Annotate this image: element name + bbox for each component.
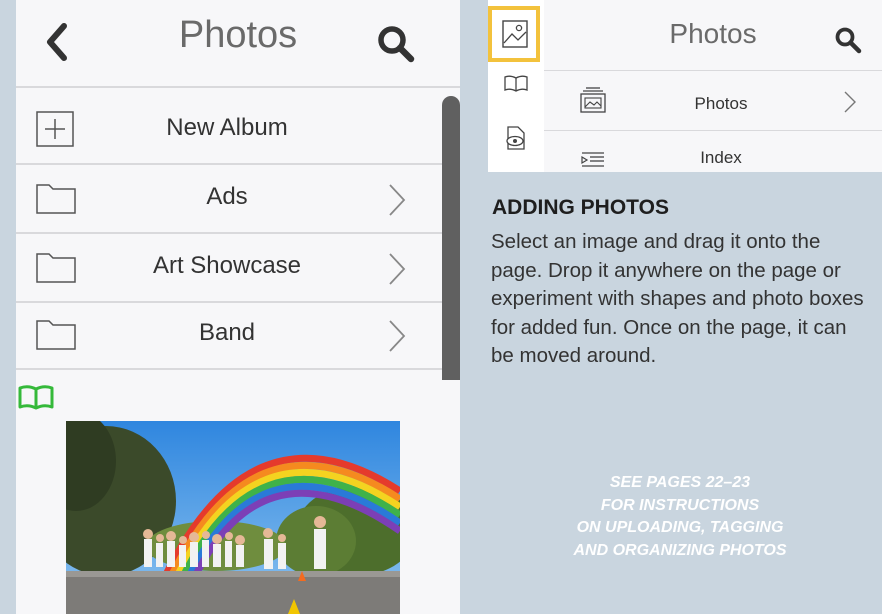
note-line: FOR INSTRUCTIONS: [600, 496, 760, 514]
image-tool-button[interactable]: [488, 6, 540, 62]
row-label: Index: [700, 148, 742, 167]
note-line: ON UPLOADING, TAGGING: [576, 519, 784, 536]
new-album-row[interactable]: New Album: [16, 96, 460, 165]
page-title: Photos: [669, 18, 757, 49]
album-row-band[interactable]: Band: [16, 301, 460, 370]
image-icon: [502, 20, 528, 48]
section-heading: ADDING PHOTOS: [492, 196, 669, 219]
chevron-right-icon: [389, 320, 406, 352]
tool-sidebar: [488, 0, 544, 172]
row-label: New Album: [166, 114, 288, 141]
row-label: Photos: [694, 94, 748, 113]
note-line: AND ORGANIZING PHOTOS: [573, 541, 787, 559]
album-row-art-showcase[interactable]: Art Showcase: [16, 234, 460, 303]
header-bar: Photos: [544, 0, 882, 71]
search-icon[interactable]: [376, 24, 416, 64]
note-line: SEE PAGES 22–23: [609, 474, 751, 491]
open-book-icon[interactable]: [18, 384, 54, 410]
row-label: Band: [198, 319, 256, 346]
preview-eye-icon[interactable]: [504, 126, 526, 150]
header-bar: Photos: [16, 0, 460, 88]
photos-app-panel: Photos New Album Ads Art Showcase Band: [16, 0, 460, 614]
album-row-ads[interactable]: Ads: [16, 165, 460, 234]
menu-row-photos[interactable]: Photos: [544, 72, 882, 131]
row-label: Ads: [206, 183, 248, 210]
row-label: Art Showcase: [152, 252, 302, 279]
reference-note: SEE PAGES 22–23 FOR INSTRUCTIONS ON UPLO…: [520, 472, 840, 562]
chevron-right-icon: [389, 184, 406, 216]
instructions-body: Select an image and drag it onto the pag…: [491, 230, 864, 368]
scrollbar[interactable]: [442, 96, 460, 380]
search-icon[interactable]: [834, 26, 862, 54]
chevron-right-icon: [389, 253, 406, 285]
chevron-right-icon: [844, 91, 856, 113]
photo-thumbnail[interactable]: [66, 421, 400, 614]
photos-menu-panel: Photos Photos Index: [488, 0, 882, 172]
open-book-icon[interactable]: [504, 74, 528, 92]
menu-row-index[interactable]: Index: [544, 131, 882, 172]
